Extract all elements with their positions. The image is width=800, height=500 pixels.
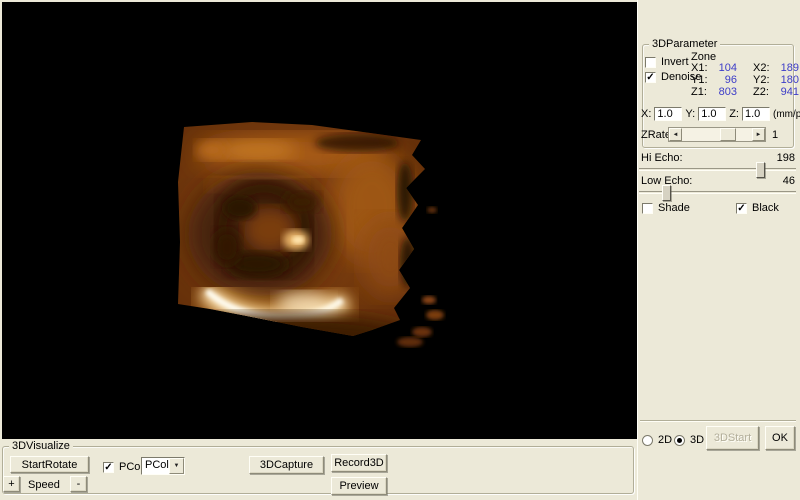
zrate-label: ZRate bbox=[641, 129, 671, 141]
scale-y-input[interactable] bbox=[698, 107, 726, 121]
shade-checkbox-label: Shade bbox=[658, 202, 690, 214]
ultrasound-volume bbox=[2, 2, 637, 439]
speed-label: Speed bbox=[28, 479, 60, 491]
ok-button[interactable]: OK bbox=[765, 426, 795, 450]
denoise-checkbox-box: ✓ bbox=[645, 72, 656, 83]
shade-checkbox[interactable]: Shade bbox=[642, 202, 690, 214]
zone-x1-label: X1: bbox=[691, 62, 715, 74]
speed-plus-button[interactable]: + bbox=[3, 476, 20, 492]
scale-row: X: Y: Z: (mm/p) bbox=[641, 107, 800, 121]
invert-checkbox[interactable]: Invert bbox=[645, 56, 689, 68]
scale-x-input[interactable] bbox=[654, 107, 682, 121]
zrate-scroll-thumb[interactable] bbox=[720, 128, 736, 141]
zrate-scroll-right-icon[interactable]: ► bbox=[752, 128, 765, 141]
scale-y-label: Y: bbox=[685, 108, 695, 120]
scale-z-input[interactable] bbox=[742, 107, 770, 121]
invert-checkbox-label: Invert bbox=[661, 56, 689, 68]
scale-x-label: X: bbox=[641, 108, 651, 120]
mode-2d-radio-circle bbox=[642, 435, 653, 446]
zone-y1-label: Y1: bbox=[691, 74, 715, 86]
app-window: 3DParameter Invert ✓ Denoise Zone X1: 10… bbox=[0, 0, 800, 500]
zone-y2-value: 180 bbox=[777, 74, 799, 86]
mode-3d-radio-circle bbox=[674, 435, 685, 446]
black-checkbox[interactable]: ✓ Black bbox=[736, 202, 779, 214]
mode-3d-radio-label: 3D bbox=[690, 434, 704, 446]
zone-x1-value: 104 bbox=[715, 62, 737, 74]
visualize-panel: 3DVisualize StartRotate + Speed - ✓ PCol… bbox=[0, 439, 637, 500]
black-checkbox-box: ✓ bbox=[736, 203, 747, 214]
low-echo-slider-thumb[interactable] bbox=[662, 185, 671, 201]
zone-z2-label: Z2: bbox=[753, 86, 777, 98]
black-checkbox-label: Black bbox=[752, 202, 779, 214]
zone-row-y: Y1: 96 Y2: 180 bbox=[691, 74, 799, 86]
zone-row-z: Z1: 803 Z2: 941 bbox=[691, 86, 799, 98]
mode-2d-radio[interactable]: 2D bbox=[642, 434, 672, 446]
action-separator bbox=[640, 420, 796, 422]
zone-z1-label: Z1: bbox=[691, 86, 715, 98]
zrate-value: 1 bbox=[772, 129, 778, 141]
3dcapture-button[interactable]: 3DCapture bbox=[249, 456, 324, 474]
pcolor-dropdown-arrow-icon[interactable]: ▼ bbox=[169, 458, 184, 474]
speed-minus-button[interactable]: - bbox=[70, 476, 87, 492]
pcolor-dropdown[interactable]: PColor ▼ bbox=[141, 457, 185, 475]
shade-checkbox-box bbox=[642, 203, 653, 214]
3dstart-button[interactable]: 3DStart bbox=[706, 426, 759, 450]
zone-z2-value: 941 bbox=[777, 86, 799, 98]
hi-echo-label: Hi Echo: bbox=[641, 152, 683, 164]
start-rotate-button[interactable]: StartRotate bbox=[10, 456, 89, 473]
mode-2d-radio-label: 2D bbox=[658, 434, 672, 446]
scale-unit-label: (mm/p) bbox=[773, 109, 800, 120]
scale-z-label: Z: bbox=[729, 108, 739, 120]
zone-y1-value: 96 bbox=[715, 74, 737, 86]
zone-x2-value: 189 bbox=[777, 62, 799, 74]
low-echo-value: 46 bbox=[758, 175, 795, 187]
pcolor-dropdown-value: PColor bbox=[142, 458, 169, 474]
low-echo-slider[interactable] bbox=[639, 191, 796, 194]
parameter-group-label: 3DParameter bbox=[649, 38, 720, 50]
zone-x2-label: X2: bbox=[753, 62, 777, 74]
zrate-scrollbar[interactable]: ◄ ► bbox=[668, 127, 766, 142]
zrate-scroll-left-icon[interactable]: ◄ bbox=[669, 128, 682, 141]
pcolor-checkbox-box: ✓ bbox=[103, 462, 114, 473]
render-viewport[interactable] bbox=[2, 2, 637, 439]
parameter-panel: 3DParameter Invert ✓ Denoise Zone X1: 10… bbox=[637, 0, 800, 500]
zone-y2-label: Y2: bbox=[753, 74, 777, 86]
zone-z1-value: 803 bbox=[715, 86, 737, 98]
preview-button[interactable]: Preview bbox=[331, 477, 387, 495]
visualize-group-label: 3DVisualize bbox=[9, 440, 73, 452]
hi-echo-slider[interactable] bbox=[639, 168, 796, 171]
mode-3d-radio[interactable]: 3D bbox=[674, 434, 704, 446]
zone-row-x: X1: 104 X2: 189 bbox=[691, 62, 799, 74]
record3d-button[interactable]: Record3D bbox=[331, 454, 387, 472]
invert-checkbox-box bbox=[645, 57, 656, 68]
